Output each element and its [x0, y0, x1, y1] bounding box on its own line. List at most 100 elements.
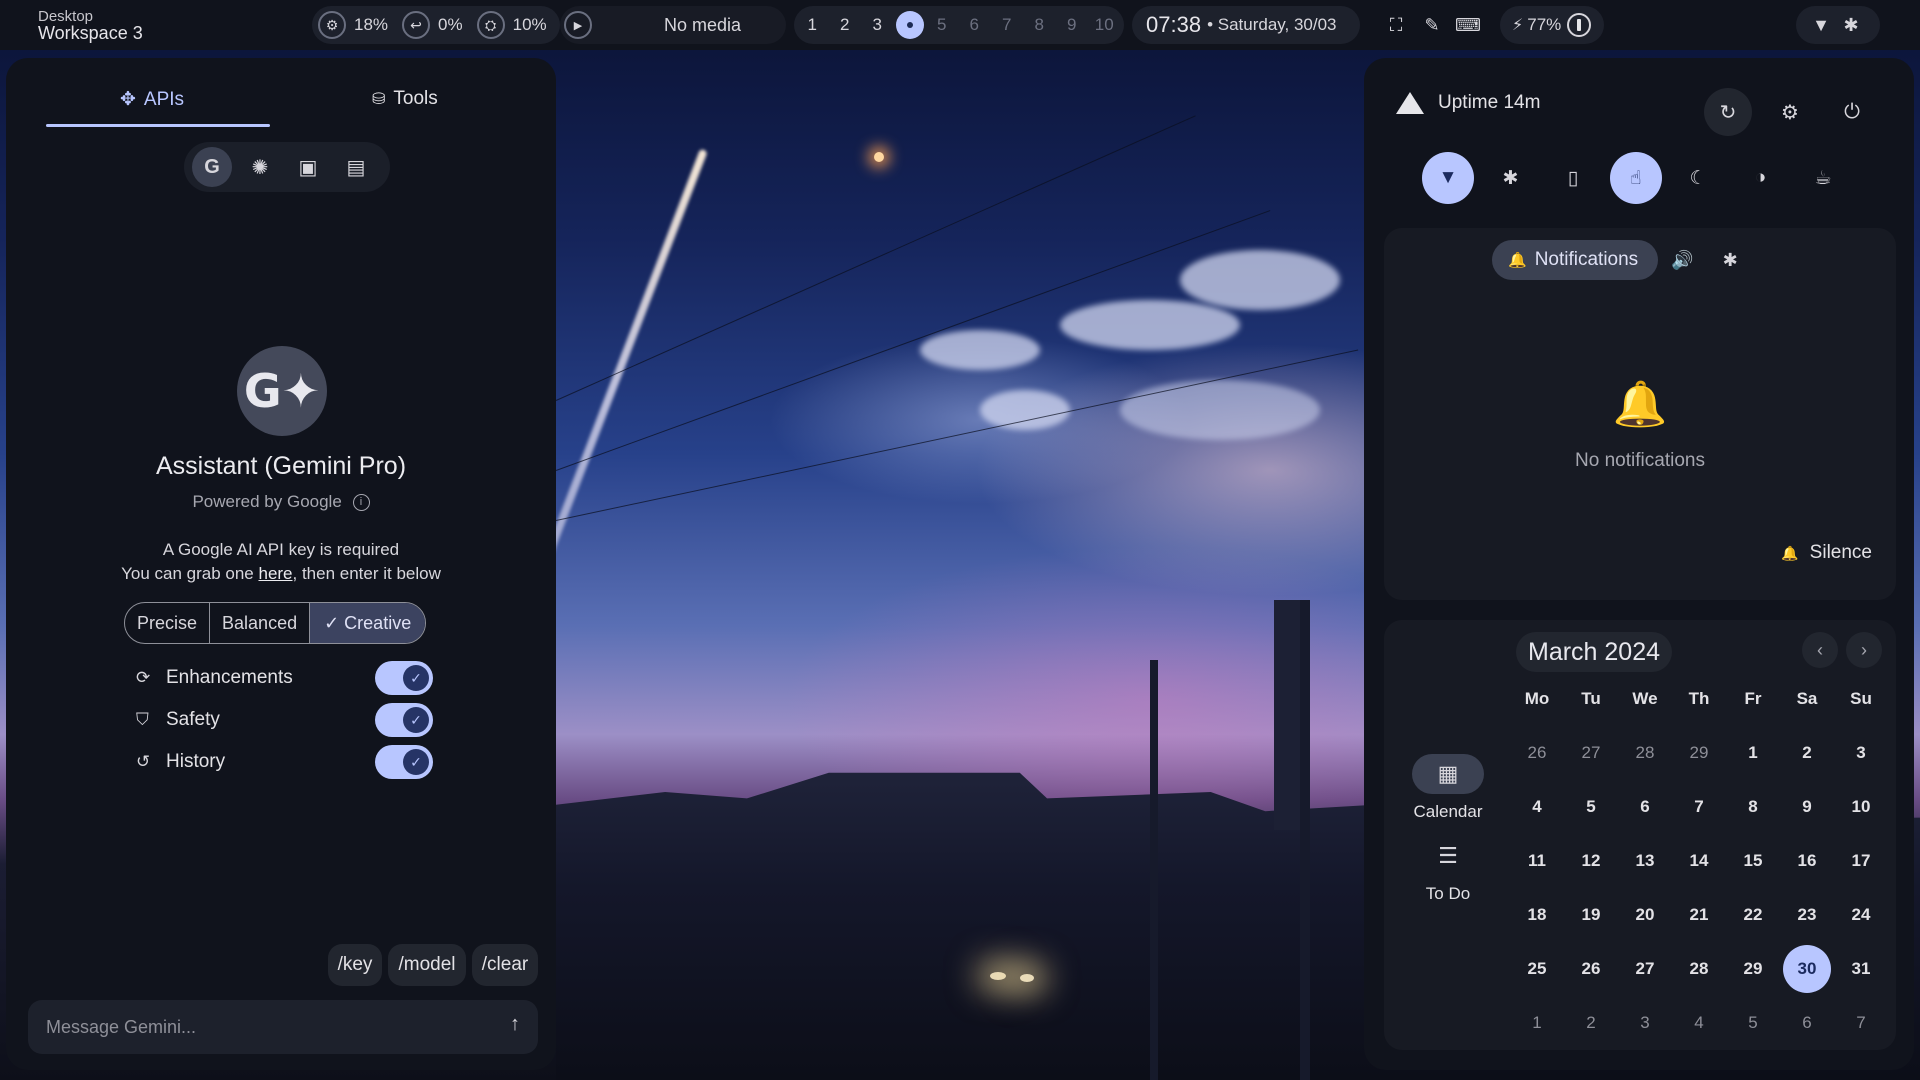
model-command-button[interactable]: /model	[388, 944, 466, 986]
calendar-day[interactable]: 4	[1672, 996, 1726, 1050]
workspace-1[interactable]: 1	[796, 15, 829, 35]
calendar-day[interactable]: 27	[1618, 942, 1672, 996]
calendar-day[interactable]: 9	[1780, 780, 1834, 834]
calendar-day[interactable]: 20	[1618, 888, 1672, 942]
gallery-icon[interactable]: ▤	[336, 147, 376, 187]
workspace-9[interactable]: 9	[1056, 15, 1089, 35]
calendar-day[interactable]: 16	[1780, 834, 1834, 888]
enhancements-toggle[interactable]	[375, 661, 433, 695]
calendar-day[interactable]: 10	[1834, 780, 1888, 834]
history-toggle[interactable]	[375, 745, 433, 779]
send-icon[interactable]: ↑	[510, 1013, 520, 1036]
bluetooth-icon[interactable]: ✱	[1485, 152, 1537, 204]
battery-widget[interactable]: ⚡ 77%	[1500, 6, 1604, 44]
sidebar-item-todo[interactable]: ☰ To Do	[1408, 836, 1488, 904]
calendar-day[interactable]: 7	[1834, 996, 1888, 1050]
wifi-icon[interactable]: ▼	[1422, 152, 1474, 204]
keyboard-icon[interactable]: ⌨	[1450, 15, 1486, 36]
calendar-day[interactable]: 31	[1834, 942, 1888, 996]
prev-month-icon[interactable]: ‹	[1802, 632, 1838, 668]
calendar-day[interactable]: 8	[1726, 780, 1780, 834]
screenshot-icon[interactable]: ⛶	[1378, 15, 1414, 36]
calendar-day[interactable]: 3	[1834, 726, 1888, 780]
calendar-day[interactable]: 18	[1510, 888, 1564, 942]
workspace-5[interactable]: 5	[926, 15, 959, 35]
calendar-day[interactable]: 1	[1726, 726, 1780, 780]
month-title[interactable]: March 2024	[1516, 632, 1673, 672]
reload-icon[interactable]: ↻	[1704, 88, 1752, 136]
calendar-day[interactable]: 26	[1510, 726, 1564, 780]
calendar-day[interactable]: 13	[1618, 834, 1672, 888]
balanced-button[interactable]: Balanced	[210, 603, 311, 643]
info-icon[interactable]: i	[352, 494, 370, 512]
calendar-day[interactable]: 22	[1726, 888, 1780, 942]
workspace-4-active[interactable]	[895, 11, 924, 39]
calendar-day[interactable]: 25	[1510, 942, 1564, 996]
coffee-icon[interactable]: ☕	[1797, 152, 1849, 204]
creative-button[interactable]: ✓ Creative	[310, 603, 426, 643]
calendar-day[interactable]: 5	[1726, 996, 1780, 1050]
settings-icon[interactable]: ⚙	[1766, 88, 1814, 136]
bluetooth-icon[interactable]: ✱	[1706, 250, 1754, 271]
status-indicators[interactable]: ▼ ✱	[1796, 6, 1880, 44]
openai-icon[interactable]: ✺	[240, 147, 280, 187]
tab-notifications[interactable]: 🔔 Notifications	[1492, 240, 1659, 280]
calendar-day[interactable]: 11	[1510, 834, 1564, 888]
calendar-day[interactable]: 6	[1780, 996, 1834, 1050]
calendar-day[interactable]: 6	[1618, 780, 1672, 834]
calendar-day[interactable]: 12	[1564, 834, 1618, 888]
calendar-day[interactable]: 15	[1726, 834, 1780, 888]
calendar-day[interactable]: 4	[1510, 780, 1564, 834]
media-widget[interactable]: ▶ No media	[560, 6, 786, 44]
volume-icon[interactable]: 🔊	[1658, 250, 1706, 271]
image-icon[interactable]: ▣	[288, 147, 328, 187]
sidebar-item-calendar[interactable]: ▦ Calendar	[1408, 754, 1488, 822]
calendar-day[interactable]: 29	[1672, 726, 1726, 780]
calendar-day[interactable]: 7	[1672, 780, 1726, 834]
calendar-day[interactable]: 23	[1780, 888, 1834, 942]
workspace-2[interactable]: 2	[829, 15, 862, 35]
api-key-link[interactable]: here	[258, 564, 292, 583]
silence-button[interactable]: 🔔 Silence	[1781, 542, 1872, 564]
calendar-day[interactable]: 14	[1672, 834, 1726, 888]
precise-button[interactable]: Precise	[125, 603, 211, 643]
calendar-day[interactable]: 24	[1834, 888, 1888, 942]
gemini-icon[interactable]: G	[192, 147, 232, 187]
next-month-icon[interactable]: ›	[1846, 632, 1882, 668]
workspace-7[interactable]: 7	[991, 15, 1024, 35]
calendar-day[interactable]: 5	[1564, 780, 1618, 834]
calendar-day[interactable]: 21	[1672, 888, 1726, 942]
workspace-label[interactable]: Desktop Workspace 3	[38, 8, 143, 42]
workspace-8[interactable]: 8	[1023, 15, 1056, 35]
calendar-day[interactable]: 29	[1726, 942, 1780, 996]
power-icon[interactable]: ⏻	[1828, 88, 1876, 136]
calendar-day[interactable]: 28	[1618, 726, 1672, 780]
workspace-10[interactable]: 10	[1088, 15, 1121, 35]
resource-monitor[interactable]: ⚙ 18% ↩ 0% ⛭ 10%	[312, 6, 560, 44]
mouse-icon[interactable]: ▯	[1547, 152, 1599, 204]
message-input[interactable]	[46, 1016, 466, 1038]
calendar-day[interactable]: 17	[1834, 834, 1888, 888]
play-icon[interactable]: ▶	[564, 11, 592, 39]
contrast-icon[interactable]: ◑	[1735, 152, 1787, 204]
workspace-3[interactable]: 3	[861, 15, 894, 35]
tab-tools[interactable]: ⛁ Tools	[372, 88, 438, 110]
calendar-day[interactable]: 3	[1618, 996, 1672, 1050]
calendar-day[interactable]: 1	[1510, 996, 1564, 1050]
calendar-day[interactable]: 26	[1564, 942, 1618, 996]
color-picker-icon[interactable]: ✎	[1414, 15, 1450, 36]
night-light-icon[interactable]: ☾	[1672, 152, 1724, 204]
touch-icon[interactable]: ☝	[1609, 152, 1662, 204]
safety-toggle[interactable]	[375, 703, 433, 737]
calendar-day[interactable]: 2	[1780, 726, 1834, 780]
calendar-day[interactable]: 2	[1564, 996, 1618, 1050]
calendar-day[interactable]: 19	[1564, 888, 1618, 942]
calendar-day[interactable]: 27	[1564, 726, 1618, 780]
workspace-6[interactable]: 6	[958, 15, 991, 35]
calendar-day-today[interactable]: 30	[1780, 942, 1834, 996]
clock-widget[interactable]: 07:38 • Saturday, 30/03	[1132, 6, 1360, 44]
tab-apis[interactable]: ✥ APIs	[120, 88, 184, 111]
clear-command-button[interactable]: /clear	[472, 944, 538, 986]
calendar-day[interactable]: 28	[1672, 942, 1726, 996]
key-command-button[interactable]: /key	[328, 944, 382, 986]
